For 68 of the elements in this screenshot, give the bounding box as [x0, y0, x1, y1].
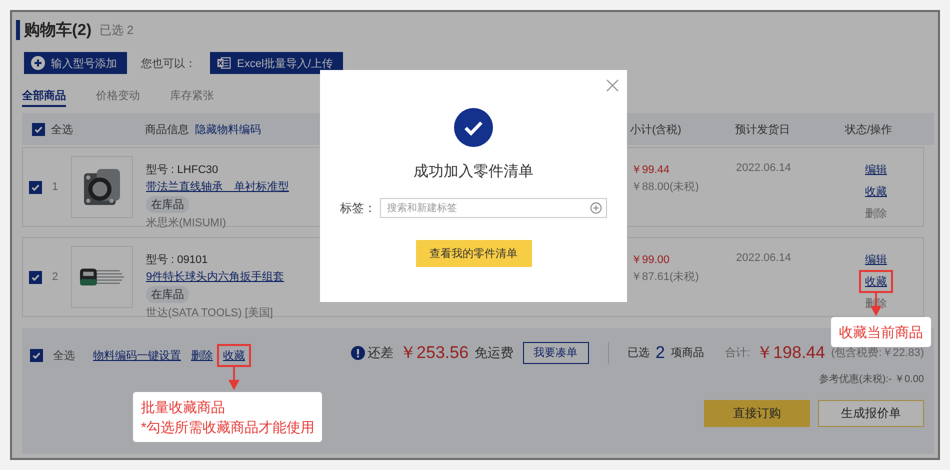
free-shipping-label: 免运费 [474, 344, 514, 362]
checkbox[interactable] [29, 270, 42, 284]
brand-text: 世达(SATA TOOLS) [美国] [146, 306, 273, 320]
excel-import-button[interactable]: Excel批量导入/上传 [210, 52, 343, 74]
tax-note: (包含税费:￥22.83) [831, 346, 924, 360]
info-icon [350, 346, 365, 360]
column-header: 状态/操作 [845, 122, 892, 136]
cart-title: 购物车(2) [24, 20, 92, 40]
callout-note: 收藏当前商品 [831, 317, 931, 347]
highlight-box [859, 270, 893, 293]
footer-link[interactable]: 物料编码一键设置 [93, 350, 181, 362]
arrow-down-icon [227, 364, 241, 390]
footer-link[interactable]: 收藏 [223, 350, 245, 362]
callout-note: 批量收藏商品 *勾选所需收藏商品才能使用 [133, 392, 322, 442]
shortfall-label: 还差 [368, 344, 394, 362]
order-button[interactable]: 直接订购 [704, 400, 810, 427]
action-link[interactable]: 收藏 [865, 276, 887, 288]
checkbox[interactable] [29, 180, 42, 194]
select-all-label: 全选 [51, 122, 73, 136]
stock-tag: 在库品 [146, 196, 189, 213]
close-icon[interactable] [606, 79, 619, 92]
add-circle-icon[interactable] [590, 202, 602, 214]
selected-info: 已选 2 [100, 22, 134, 38]
tab[interactable]: 全部商品 [22, 88, 66, 107]
action-link[interactable]: 收藏 [865, 186, 887, 198]
combine-order-button[interactable]: 我要凑单 [522, 342, 589, 364]
row-index: 1 [52, 181, 58, 193]
selected-count: 2 [656, 342, 666, 362]
brand-text: 米思米(MISUMI) [146, 216, 226, 230]
column-header: 商品信息 [145, 122, 189, 136]
action-link[interactable]: 编辑 [865, 254, 887, 266]
column-header: 小计(含税) [630, 122, 682, 136]
checkbox[interactable] [32, 122, 45, 136]
hide-code-link[interactable]: 隐藏物料编码 [195, 122, 261, 136]
action-link[interactable]: 编辑 [865, 164, 887, 176]
quote-button[interactable]: 生成报价单 [818, 400, 924, 427]
check-circle-icon [454, 108, 493, 147]
highlight-box [217, 344, 251, 366]
spreadsheet-icon [217, 56, 231, 70]
discount-text: 参考优惠(未税):- ￥0.00 [818, 372, 924, 386]
view-parts-list-button[interactable]: 查看我的零件清单 [416, 240, 532, 267]
price-without-tax: ￥87.61(未税) [631, 270, 700, 284]
total-amount: ￥198.44 [756, 342, 826, 364]
plus-circle-icon [31, 56, 45, 70]
price-without-tax: ￥88.00(未税) [631, 180, 700, 194]
model-number: 型号 : 09101 [146, 253, 208, 267]
row-index: 2 [52, 271, 58, 283]
selected-suffix: 项商品 [671, 346, 704, 360]
select-all-label: 全选 [53, 348, 75, 362]
price-with-tax: ￥99.44 [631, 163, 671, 177]
ship-date: 2022.06.14 [736, 252, 792, 264]
tag-search-field[interactable]: 搜索和新建标签 [380, 198, 607, 218]
stock-tag: 在库品 [146, 286, 189, 303]
product-name-link[interactable]: 带法兰直线轴承 单衬标准型 [146, 179, 289, 194]
total-label: 合计: [725, 346, 750, 360]
product-name-link[interactable]: 9件特长球头内六角扳手组套 [146, 269, 284, 284]
model-number: 型号 : LHFC30 [146, 163, 218, 177]
shortfall-amount: ￥253.56 [400, 342, 469, 364]
column-header: 预计发货日 [735, 122, 790, 136]
also-label: 您也可以： [141, 56, 196, 70]
checkbox[interactable] [30, 348, 43, 362]
footer-link[interactable]: 删除 [191, 350, 213, 362]
add-by-model-button[interactable]: 输入型号添加 [24, 52, 127, 74]
tag-label: 标签： [340, 200, 376, 216]
selected-prefix: 已选 [628, 346, 650, 360]
ship-date: 2022.06.14 [736, 162, 792, 174]
price-with-tax: ￥99.00 [631, 253, 671, 267]
dialog-title: 成功加入零件清单 [414, 162, 534, 181]
